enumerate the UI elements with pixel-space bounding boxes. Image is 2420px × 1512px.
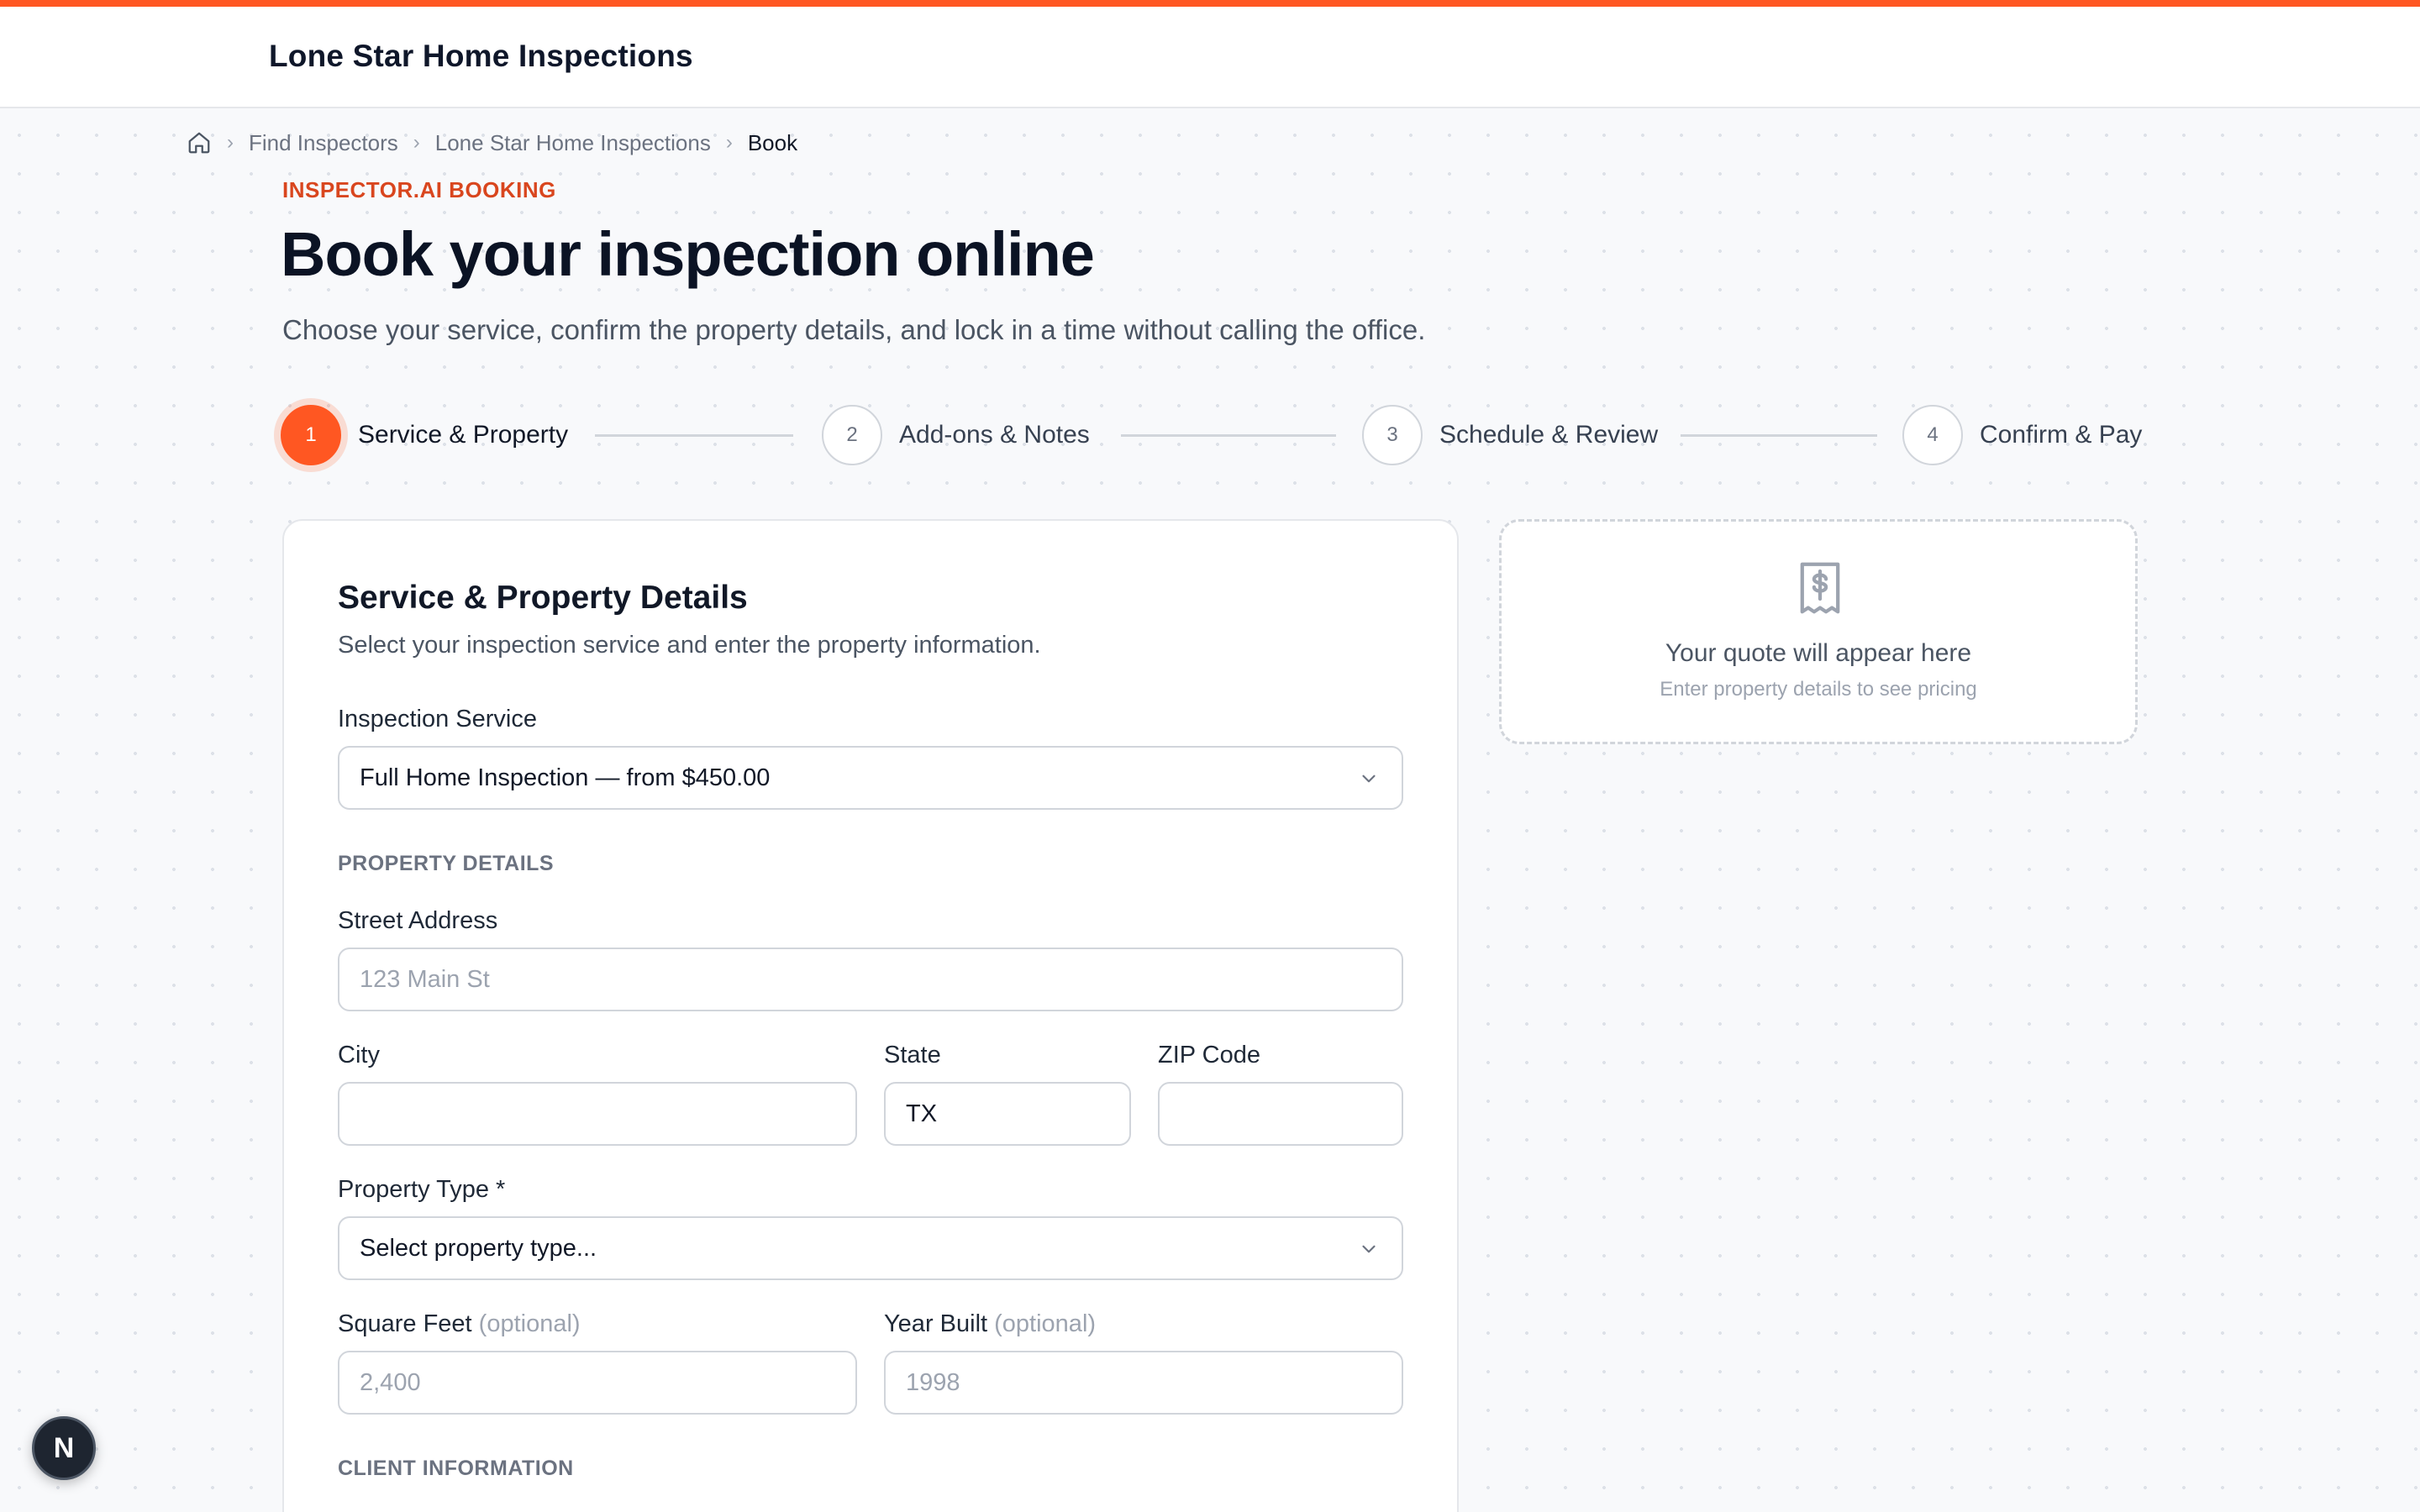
state-label: State — [884, 1042, 941, 1068]
step-service-property[interactable]: 1 Service & Property — [281, 405, 568, 465]
service-property-card: Service & Property Details Select your i… — [282, 519, 1459, 1512]
card-description: Select your inspection service and enter… — [338, 632, 1041, 659]
street-address-input[interactable] — [338, 948, 1403, 1011]
breadcrumb-current: Book — [747, 129, 798, 155]
card-title: Service & Property Details — [338, 580, 748, 616]
inspection-service-select[interactable]: Full Home Inspection — from $450.00 — [338, 746, 1403, 810]
step-label: Confirm & Pay — [1980, 421, 2143, 449]
breadcrumb-separator: › — [227, 131, 234, 154]
step-number: 4 — [1902, 405, 1963, 465]
accent-top-bar — [0, 0, 2420, 7]
square-feet-label-text: Square Feet — [338, 1310, 472, 1337]
city-input[interactable] — [338, 1082, 857, 1146]
home-icon[interactable] — [187, 130, 212, 155]
year-built-label: Year Built (optional) — [884, 1310, 1096, 1338]
zip-code-input[interactable] — [1158, 1082, 1403, 1146]
brand-name[interactable]: Lone Star Home Inspections — [269, 39, 693, 74]
selected-service: Full Home Inspection — from $450.00 — [360, 764, 771, 791]
property-type-value: Select property type... — [360, 1234, 597, 1262]
step-label: Add-ons & Notes — [899, 421, 1090, 449]
step-label: Schedule & Review — [1439, 421, 1659, 449]
client-information-heading: CLIENT INFORMATION — [338, 1457, 574, 1480]
year-built-input[interactable] — [884, 1351, 1403, 1415]
receipt-dollar-icon — [1800, 562, 1840, 614]
step-number: 3 — [1362, 405, 1423, 465]
breadcrumb-separator: › — [413, 131, 420, 154]
step-addons-notes[interactable]: 2 Add-ons & Notes — [822, 405, 1090, 465]
zip-code-label: ZIP Code — [1158, 1042, 1260, 1068]
step-label: Service & Property — [358, 421, 569, 449]
step-connector — [1681, 434, 1877, 437]
optional-hint: (optional) — [994, 1310, 1097, 1337]
chevron-down-icon — [1362, 774, 1376, 783]
eyebrow-label: INSPECTOR.AI BOOKING — [282, 177, 556, 202]
booking-stepper: 1 Service & Property 2 Add-ons & Notes 3… — [281, 405, 2142, 465]
property-details-heading: PROPERTY DETAILS — [338, 852, 555, 875]
quote-panel: Your quote will appear here Enter proper… — [1499, 519, 2138, 744]
property-type-select[interactable]: Select property type... — [338, 1216, 1403, 1280]
dev-tools-button[interactable]: N — [32, 1416, 96, 1480]
quote-placeholder-subtitle: Enter property details to see pricing — [1660, 678, 1977, 701]
square-feet-label: Square Feet (optional) — [338, 1310, 581, 1338]
inspection-service-label: Inspection Service — [338, 706, 537, 732]
page-title: Book your inspection online — [281, 219, 1095, 289]
step-number: 1 — [281, 405, 341, 465]
property-type-label: Property Type * — [338, 1176, 506, 1203]
square-feet-input[interactable] — [338, 1351, 857, 1415]
street-address-label: Street Address — [338, 907, 498, 934]
city-label: City — [338, 1042, 380, 1068]
optional-hint: (optional) — [478, 1310, 581, 1337]
site-header: Lone Star Home Inspections — [0, 7, 2420, 108]
step-number: 2 — [822, 405, 882, 465]
step-connector — [595, 434, 793, 437]
year-built-label-text: Year Built — [884, 1310, 988, 1337]
step-schedule-review[interactable]: 3 Schedule & Review — [1362, 405, 1658, 465]
chevron-down-icon — [1362, 1245, 1376, 1253]
breadcrumb: › Find Inspectors › Lone Star Home Inspe… — [187, 126, 797, 160]
breadcrumb-company[interactable]: Lone Star Home Inspections — [435, 130, 711, 156]
breadcrumb-find-inspectors[interactable]: Find Inspectors — [249, 130, 398, 156]
state-input[interactable] — [884, 1082, 1131, 1146]
step-confirm-pay[interactable]: 4 Confirm & Pay — [1902, 405, 2142, 465]
step-connector — [1121, 434, 1336, 437]
page-subtitle: Choose your service, confirm the propert… — [282, 314, 1426, 345]
breadcrumb-separator: › — [725, 131, 733, 154]
quote-placeholder-title: Your quote will appear here — [1665, 639, 1972, 667]
